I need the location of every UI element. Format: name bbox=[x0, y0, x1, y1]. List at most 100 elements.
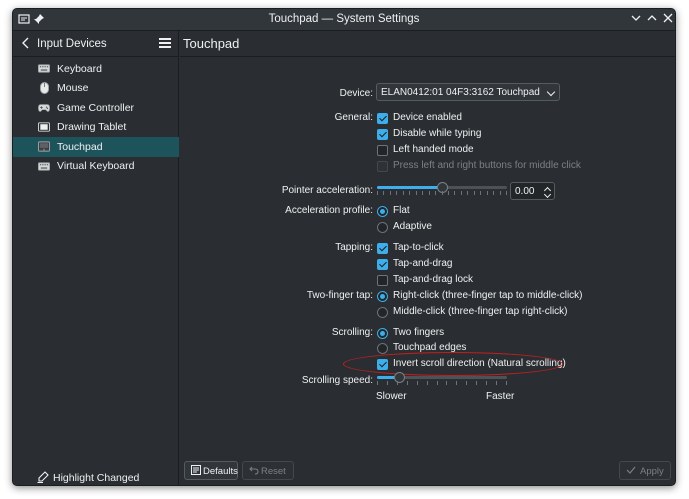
flat-radio[interactable] bbox=[377, 206, 388, 217]
tap-and-drag-label[interactable]: Tap-and-drag bbox=[393, 258, 452, 269]
virtual-keyboard-icon bbox=[38, 161, 50, 172]
slider-tick bbox=[436, 381, 438, 385]
slider-tick bbox=[416, 381, 418, 385]
sidebar-item-label: Touchpad bbox=[57, 140, 103, 153]
main-header: Touchpad bbox=[180, 31, 675, 57]
pointer-acceleration-spinbox[interactable]: 0.00 bbox=[510, 182, 555, 200]
slider-tick bbox=[486, 191, 488, 195]
slider-tick bbox=[446, 381, 448, 385]
highlighter-icon bbox=[37, 471, 49, 485]
middle-click-emulation-label: Press left and right buttons for middle … bbox=[393, 160, 581, 171]
slider-tick bbox=[377, 381, 378, 385]
defaults-button[interactable]: Defaults bbox=[184, 461, 238, 480]
tap-and-drag-lock-checkbox[interactable] bbox=[377, 275, 388, 286]
right-click-radio[interactable] bbox=[377, 291, 388, 302]
slider-tick bbox=[467, 191, 469, 195]
slider-tick bbox=[506, 381, 507, 385]
tap-and-drag-checkbox[interactable] bbox=[377, 259, 388, 270]
middle-click-radio[interactable] bbox=[377, 307, 388, 318]
tapping-label: Tapping: bbox=[335, 242, 373, 253]
slider-fill bbox=[377, 186, 442, 189]
title-bar[interactable]: Touchpad — System Settings bbox=[13, 9, 675, 31]
disable-while-typing-checkbox[interactable] bbox=[377, 129, 388, 140]
device-select[interactable]: ELAN0412:01 04F3:3162 Touchpad bbox=[376, 83, 560, 101]
adaptive-radio[interactable] bbox=[377, 222, 388, 233]
slider-tick bbox=[383, 191, 385, 195]
slider-tick bbox=[396, 381, 398, 385]
acceleration-profile-label: Acceleration profile: bbox=[285, 205, 373, 216]
tap-and-drag-lock-label[interactable]: Tap-and-drag lock bbox=[393, 274, 473, 285]
tap-to-click-label[interactable]: Tap-to-click bbox=[393, 242, 444, 253]
back-arrow-icon[interactable] bbox=[21, 36, 31, 53]
two-fingers-radio[interactable] bbox=[377, 328, 388, 339]
two-finger-tap-label: Two-finger tap: bbox=[306, 290, 373, 301]
slider-tick bbox=[454, 191, 456, 195]
sidebar-item-label: Keyboard bbox=[57, 62, 102, 75]
minimize-icon[interactable] bbox=[629, 13, 643, 27]
slider-handle[interactable] bbox=[393, 372, 405, 383]
sidebar-item-touchpad[interactable]: Touchpad bbox=[13, 137, 179, 157]
touchpad-edges-radio[interactable] bbox=[377, 343, 388, 354]
middle-click-emulation-checkbox bbox=[377, 161, 388, 172]
slider-tick bbox=[493, 191, 495, 195]
window-title: Touchpad — System Settings bbox=[268, 13, 420, 25]
sidebar-item-label: Mouse bbox=[57, 82, 89, 95]
close-icon[interactable] bbox=[661, 13, 675, 27]
slider-tick bbox=[435, 191, 437, 195]
left-handed-mode-label[interactable]: Left handed mode bbox=[393, 144, 474, 155]
slider-tick bbox=[377, 191, 378, 195]
adaptive-label[interactable]: Adaptive bbox=[393, 221, 432, 232]
hamburger-menu-icon[interactable] bbox=[159, 38, 171, 48]
sidebar-header: Input Devices bbox=[13, 31, 179, 57]
scrolling-label: Scrolling: bbox=[331, 327, 373, 338]
undo-icon bbox=[249, 465, 259, 478]
faster-label: Faster bbox=[486, 391, 515, 402]
sidebar-item-mouse[interactable]: Mouse bbox=[13, 79, 179, 99]
slider-tick bbox=[406, 381, 408, 385]
sidebar: Input Devices Keyboard Mouse Game Contro… bbox=[13, 31, 179, 485]
spin-down-icon[interactable] bbox=[543, 190, 552, 199]
slider-tick bbox=[426, 381, 428, 385]
two-fingers-label[interactable]: Two fingers bbox=[393, 327, 444, 338]
device-enabled-checkbox[interactable] bbox=[377, 113, 388, 124]
slider-tick bbox=[473, 191, 475, 195]
slider-tick bbox=[499, 191, 501, 195]
sidebar-item-keyboard[interactable]: Keyboard bbox=[13, 59, 179, 79]
highlight-changed-settings-label: Highlight Changed Settings bbox=[53, 472, 140, 485]
disable-while-typing-label[interactable]: Disable while typing bbox=[393, 128, 481, 139]
left-handed-mode-checkbox[interactable] bbox=[377, 145, 388, 156]
device-select-value: ELAN0412:01 04F3:3162 Touchpad bbox=[381, 87, 540, 98]
main-panel: Touchpad Device: ELAN0412:01 04F3:3162 T… bbox=[180, 31, 675, 485]
slower-label: Slower bbox=[376, 391, 407, 402]
scrolling-speed-slider[interactable] bbox=[377, 371, 507, 385]
sidebar-item-label: Drawing Tablet bbox=[57, 121, 127, 134]
slider-tick bbox=[402, 191, 404, 195]
sidebar-item-virtual-keyboard[interactable]: Virtual Keyboard bbox=[13, 157, 179, 177]
gamepad-icon bbox=[38, 102, 50, 113]
device-enabled-label[interactable]: Device enabled bbox=[393, 112, 462, 123]
pointer-acceleration-value: 0.00 bbox=[515, 186, 535, 197]
slider-tick bbox=[386, 381, 388, 385]
slider-tick bbox=[428, 191, 430, 195]
apply-button[interactable]: Apply bbox=[619, 461, 671, 480]
middle-click-label[interactable]: Middle-click (three-finger tap right-cli… bbox=[393, 306, 568, 317]
chevron-down-icon bbox=[546, 87, 556, 97]
defaults-label: Defaults bbox=[203, 465, 238, 477]
flat-label[interactable]: Flat bbox=[393, 205, 410, 216]
maximize-icon[interactable] bbox=[645, 13, 659, 27]
tap-to-click-checkbox[interactable] bbox=[377, 243, 388, 254]
page-title: Touchpad bbox=[183, 36, 240, 51]
scrolling-speed-label: Scrolling speed: bbox=[301, 375, 373, 386]
right-click-label[interactable]: Right-click (three-finger tap to middle-… bbox=[393, 290, 583, 301]
pointer-acceleration-slider[interactable] bbox=[377, 181, 507, 195]
slider-tick bbox=[486, 381, 488, 385]
highlight-changed-settings-button[interactable]: Highlight Changed Settings bbox=[13, 469, 179, 485]
slider-tick bbox=[422, 191, 424, 195]
tablet-icon bbox=[38, 122, 50, 133]
sidebar-item-label: Game Controller bbox=[57, 101, 135, 114]
back-label[interactable]: Input Devices bbox=[37, 38, 107, 50]
reset-button[interactable]: Reset bbox=[242, 461, 294, 480]
sidebar-item-game-controller[interactable]: Game Controller bbox=[13, 98, 179, 118]
slider-tick bbox=[456, 381, 458, 385]
sidebar-item-drawing-tablet[interactable]: Drawing Tablet bbox=[13, 118, 179, 138]
